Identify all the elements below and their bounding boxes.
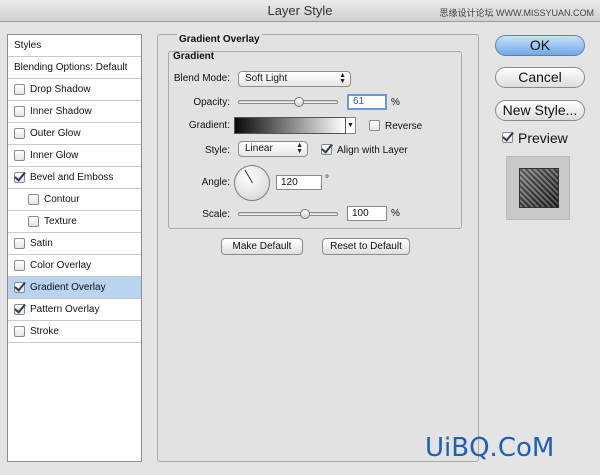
- title-bar: Layer Style 思缘设计论坛 WWW.MISSYUAN.COM: [0, 0, 600, 22]
- style-item-label: Texture: [44, 215, 77, 227]
- style-item-texture[interactable]: Texture: [8, 211, 141, 233]
- style-item-label: Inner Glow: [30, 149, 79, 161]
- style-item-label: Drop Shadow: [30, 83, 91, 95]
- angle-input[interactable]: 120: [276, 175, 322, 190]
- style-item-label: Inner Shadow: [30, 105, 92, 117]
- outer-glow-checkbox[interactable]: [14, 128, 25, 139]
- style-item-label: Stroke: [30, 325, 59, 337]
- style-item-inner-glow[interactable]: Inner Glow: [8, 145, 141, 167]
- watermark-logo: UiBQ.CoM: [425, 433, 555, 463]
- style-item-pattern-overlay[interactable]: Pattern Overlay: [8, 299, 141, 321]
- blending-options-item[interactable]: Blending Options: Default: [8, 57, 141, 79]
- align-with-layer-checkbox[interactable]: [321, 144, 332, 155]
- select-arrows-icon: ▲ ▼: [339, 72, 346, 85]
- opacity-slider[interactable]: [238, 100, 338, 104]
- angle-label: Angle:: [201, 177, 230, 188]
- contour-checkbox[interactable]: [28, 194, 39, 205]
- bevel-emboss-checkbox[interactable]: [14, 172, 25, 183]
- preview-label: Preview: [518, 130, 568, 146]
- style-item-label: Gradient Overlay: [30, 281, 106, 293]
- inner-shadow-checkbox[interactable]: [14, 106, 25, 117]
- style-item-bevel-emboss[interactable]: Bevel and Emboss: [8, 167, 141, 189]
- scale-input[interactable]: 100: [347, 206, 387, 221]
- preview-checkbox[interactable]: [502, 132, 513, 143]
- scale-slider[interactable]: [238, 212, 338, 216]
- gradient-label: Gradient:: [188, 120, 230, 131]
- style-item-drop-shadow[interactable]: Drop Shadow: [8, 79, 141, 101]
- color-overlay-checkbox[interactable]: [14, 260, 25, 271]
- opacity-input[interactable]: 61: [347, 94, 387, 110]
- angle-unit: °: [325, 174, 329, 185]
- opacity-label: Opacity:: [193, 97, 230, 108]
- pattern-overlay-checkbox[interactable]: [14, 304, 25, 315]
- blend-mode-label: Blend Mode:: [173, 73, 230, 84]
- angle-hand: [244, 169, 253, 184]
- cancel-button[interactable]: Cancel: [495, 67, 585, 88]
- reverse-label: Reverse: [385, 121, 423, 132]
- panel-title: Gradient Overlay: [177, 34, 262, 45]
- watermark-top: 思缘设计论坛 WWW.MISSYUAN.COM: [439, 8, 595, 18]
- blend-mode-select[interactable]: Soft Light ▲ ▼: [238, 71, 351, 87]
- style-item-contour[interactable]: Contour: [8, 189, 141, 211]
- group-title: Gradient: [173, 51, 215, 62]
- reverse-checkbox[interactable]: [369, 120, 380, 131]
- style-select[interactable]: Linear ▲ ▼: [238, 141, 308, 157]
- style-item-label: Pattern Overlay: [30, 303, 100, 315]
- style-item-label: Color Overlay: [30, 259, 92, 271]
- inner-glow-checkbox[interactable]: [14, 150, 25, 161]
- satin-checkbox[interactable]: [14, 238, 25, 249]
- preview-box: [506, 156, 570, 220]
- style-item-gradient-overlay[interactable]: Gradient Overlay: [8, 277, 141, 299]
- blend-mode-value: Soft Light: [245, 73, 288, 84]
- ok-button[interactable]: OK: [495, 35, 585, 56]
- style-value: Linear: [245, 143, 273, 154]
- style-item-satin[interactable]: Satin: [8, 233, 141, 255]
- stroke-checkbox[interactable]: [14, 326, 25, 337]
- style-item-label: Satin: [30, 237, 53, 249]
- gradient-overlay-checkbox[interactable]: [14, 282, 25, 293]
- angle-dial[interactable]: [234, 165, 270, 201]
- style-item-label: Outer Glow: [30, 127, 81, 139]
- gradient-dropdown-icon[interactable]: ▼: [346, 117, 356, 134]
- style-label: Style:: [204, 145, 230, 156]
- opacity-slider-knob[interactable]: [294, 97, 304, 107]
- align-with-layer-label: Align with Layer: [337, 145, 408, 156]
- style-item-label: Contour: [44, 193, 80, 205]
- styles-header[interactable]: Styles: [8, 35, 141, 57]
- scale-unit: %: [391, 208, 400, 219]
- gradient-swatch[interactable]: [234, 117, 346, 134]
- preview-swatch: [519, 168, 559, 208]
- select-arrows-icon: ▲ ▼: [296, 142, 303, 155]
- scale-label: Scale:: [202, 209, 230, 220]
- style-item-color-overlay[interactable]: Color Overlay: [8, 255, 141, 277]
- drop-shadow-checkbox[interactable]: [14, 84, 25, 95]
- make-default-button[interactable]: Make Default: [221, 238, 303, 255]
- styles-list: Styles Blending Options: Default Drop Sh…: [7, 34, 142, 462]
- new-style-button[interactable]: New Style...: [495, 100, 585, 121]
- style-item-outer-glow[interactable]: Outer Glow: [8, 123, 141, 145]
- scale-slider-knob[interactable]: [300, 209, 310, 219]
- style-item-stroke[interactable]: Stroke: [8, 321, 141, 343]
- opacity-unit: %: [391, 97, 400, 108]
- style-item-inner-shadow[interactable]: Inner Shadow: [8, 101, 141, 123]
- style-item-label: Bevel and Emboss: [30, 171, 114, 183]
- reset-to-default-button[interactable]: Reset to Default: [322, 238, 410, 255]
- texture-checkbox[interactable]: [28, 216, 39, 227]
